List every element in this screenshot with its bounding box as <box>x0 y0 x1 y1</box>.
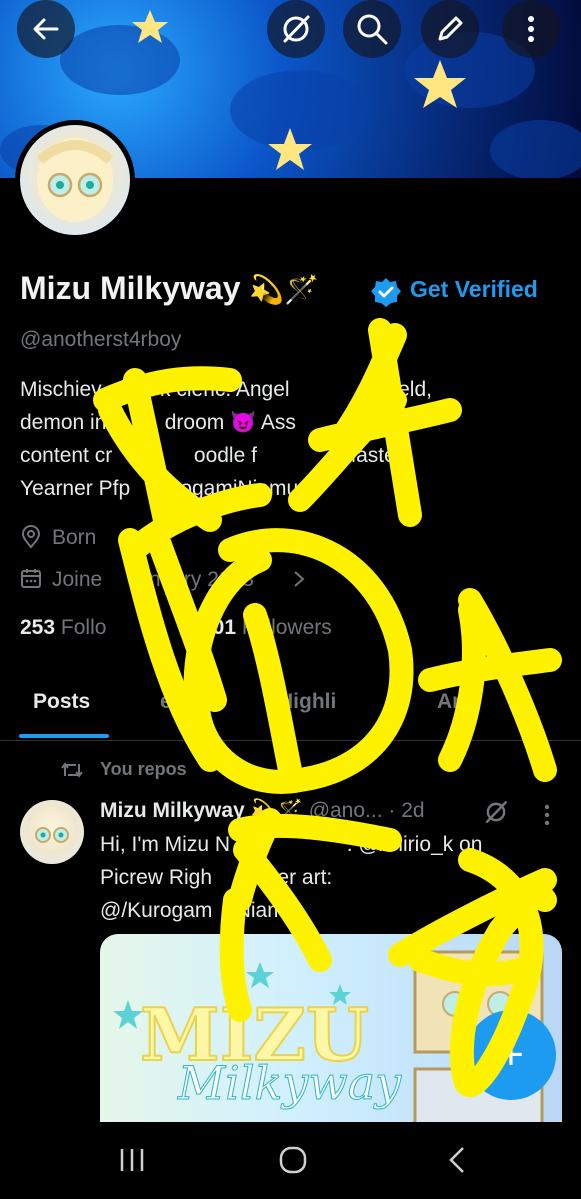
profile-avatar[interactable] <box>15 120 135 240</box>
system-navigation-bar <box>0 1122 581 1199</box>
profile-name: Mizu Milkyway 💫🪄 <box>20 270 319 307</box>
bio-line: Yearner Pfp KurogamiNiamu <box>20 477 299 500</box>
home-icon[interactable] <box>279 1146 307 1174</box>
calendar-icon <box>21 569 41 588</box>
get-verified-link[interactable]: Get Verified <box>410 276 538 303</box>
followers-stat[interactable]: 101 Followers <box>201 616 332 640</box>
edit-button[interactable] <box>421 0 479 58</box>
post-more-icon[interactable] <box>543 804 551 826</box>
post-text-line: @/Kurogam Niamu <box>100 899 297 922</box>
following-label: Follo <box>60 616 107 639</box>
search-button[interactable] <box>343 0 401 58</box>
profile-location: Born <box>52 526 97 549</box>
grok-icon[interactable] <box>483 799 509 825</box>
profile-bio: Mischiev k cleric. Angel lefield, demon … <box>20 373 560 505</box>
tab-posts[interactable]: Posts <box>33 690 90 714</box>
followers-label: Followers <box>241 616 332 639</box>
verified-badge-icon <box>371 278 401 307</box>
arrow-left-icon <box>33 18 59 40</box>
post-header: Mizu Milkyway 💫🪄 @ano... · 2d <box>100 799 425 823</box>
post-text-line: Picrew Righ orner art: <box>100 866 333 889</box>
grok-icon <box>283 15 310 43</box>
media-title-milkyway: Milkyway <box>177 1056 402 1111</box>
active-tab-indicator <box>19 734 109 738</box>
tab-highlights[interactable]: Highli <box>278 690 336 714</box>
following-stat[interactable]: 253 Follo <box>20 616 106 640</box>
post-author-emojis: 💫🪄 <box>250 799 303 822</box>
post-author-handle: @ano... <box>308 799 383 822</box>
post-time: · 2d <box>388 799 425 822</box>
profile-name-text: Mizu Milkyway <box>20 270 241 306</box>
chevron-right-icon[interactable] <box>292 570 306 588</box>
following-count: 253 <box>20 616 56 639</box>
post-text: Hi, I'm Mizu N : @/mirio_k on Picrew Rig… <box>100 828 560 927</box>
compose-fab-button[interactable]: + <box>466 1010 556 1100</box>
tab-replies[interactable]: eplies <box>160 690 220 714</box>
followers-count: 101 <box>201 616 237 639</box>
post-text-line: Hi, I'm Mizu N : @/mirio_k on <box>100 833 483 856</box>
tab-articles[interactable]: Ar <box>437 690 460 714</box>
bio-line: Mischiev k cleric. Angel lefield, <box>20 378 432 401</box>
bio-line: content cr oodle f Master <box>20 444 403 467</box>
search-icon <box>357 14 388 45</box>
more-button[interactable] <box>502 0 560 58</box>
more-vertical-icon <box>528 16 534 42</box>
profile-handle: @anotherst4rboy <box>20 328 182 351</box>
repost-label: You repos <box>100 759 187 779</box>
back-button[interactable] <box>17 0 75 58</box>
grok-button[interactable] <box>267 0 325 58</box>
recents-icon[interactable] <box>118 1147 146 1173</box>
back-chevron-icon[interactable] <box>447 1146 467 1174</box>
profile-joined-date: Joine anuary 2023 <box>52 568 254 591</box>
avatar-image <box>20 125 130 235</box>
repost-icon <box>61 762 83 778</box>
post-author-name[interactable]: Mizu Milkyway <box>100 799 245 822</box>
pencil-icon <box>438 16 463 41</box>
location-pin-icon <box>21 525 41 549</box>
profile-tabs: Posts eplies Highli Ar <box>0 672 581 741</box>
post-avatar[interactable] <box>20 800 84 864</box>
bio-line: demon in droom 😈 Ass SFW <box>20 411 425 434</box>
profile-name-emojis: 💫🪄 <box>249 274 320 305</box>
